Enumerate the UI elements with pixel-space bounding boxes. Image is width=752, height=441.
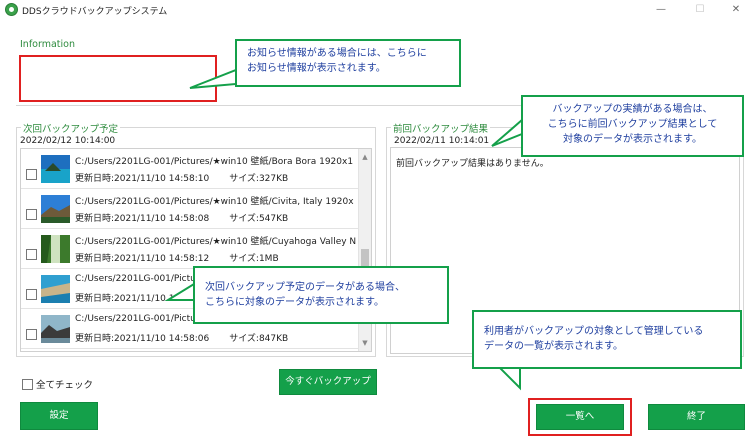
item-path: C:/Users/2201LG-001/Pictures/★win10 壁紙/C…: [75, 237, 357, 247]
list-callout: 利用者がバックアップの対象として管理している データの一覧が表示されます。: [472, 310, 742, 369]
prev-backup-message: 前回バックアップ結果はありません。: [396, 159, 549, 169]
item-meta: 更新日時:2021/11/10 14:58:08 サイズ:547KB: [75, 214, 289, 224]
thumbnail-image: [41, 275, 70, 303]
item-meta: 更新日時:2021/11/10 14:58:10 サイズ:327KB: [75, 174, 289, 184]
item-checkbox[interactable]: [26, 209, 37, 220]
info-callout: お知らせ情報がある場合には、こちらに お知らせ情報が表示されます。: [235, 39, 461, 87]
maximize-button[interactable]: ☐: [686, 2, 714, 18]
item-meta: 更新日時:2021/11/10 14:5: [75, 294, 189, 304]
item-checkbox[interactable]: [26, 329, 37, 340]
check-all-label: 全てチェック: [36, 380, 94, 391]
item-checkbox[interactable]: [26, 289, 37, 300]
minimize-button[interactable]: —: [647, 2, 675, 18]
item-path: C:/Users/2201LG-001/Pictures/★win10 壁紙/C…: [75, 197, 354, 207]
title-bar: DDSクラウドバックアップシステム — ☐ ✕: [0, 0, 752, 22]
scroll-down-icon[interactable]: ▼: [359, 337, 371, 349]
next-callout: 次回バックアップ予定のデータがある場合、 こちらに対象のデータが表示されます。: [193, 266, 449, 324]
item-checkbox[interactable]: [26, 169, 37, 180]
check-all-checkbox[interactable]: [22, 379, 33, 390]
item-path: C:/Users/2201LG-001/Pictures/★win10 壁紙/B…: [75, 157, 354, 167]
item-checkbox[interactable]: [26, 249, 37, 260]
information-highlight: [19, 55, 217, 102]
item-meta: 更新日時:2021/11/10 14:58:06 サイズ:847KB: [75, 334, 289, 344]
prev-backup-legend: 前回バックアップ結果: [391, 121, 491, 135]
next-backup-legend: 次回バックアップ予定: [21, 121, 121, 135]
thumbnail-image: [41, 315, 70, 343]
information-legend: Information: [18, 39, 77, 50]
app-logo-icon: [5, 3, 18, 16]
close-button[interactable]: ✕: [722, 2, 750, 18]
scroll-up-icon[interactable]: ▲: [359, 151, 371, 163]
list-button-highlight: [528, 398, 632, 436]
list-item[interactable]: C:/Users/2201LG-001/Pictures/★win10 壁紙/B…: [21, 149, 359, 189]
window-title: DDSクラウドバックアップシステム: [22, 7, 168, 17]
thumbnail-image: [41, 195, 70, 223]
list-item[interactable]: C:/Users/2201LG-001/Pictures/★win10 壁紙/C…: [21, 189, 359, 229]
thumbnail-image: [41, 235, 70, 263]
list-item[interactable]: C:/Users/2201LG-001/Pictures/★win10 壁紙/C…: [21, 229, 359, 269]
check-all-toggle[interactable]: 全てチェック: [22, 377, 93, 391]
settings-button[interactable]: 設定: [20, 402, 98, 430]
prev-callout: バックアップの実績がある場合は、 こちらに前回バックアップ結果として 対象のデータが…: [521, 95, 744, 157]
item-meta: 更新日時:2021/11/10 14:58:12 サイズ:1MB: [75, 254, 279, 264]
exit-button[interactable]: 終了: [648, 404, 745, 430]
thumbnail-image: [41, 155, 70, 183]
next-backup-date: 2022/02/12 10:14:00: [20, 136, 116, 146]
prev-backup-date: 2022/02/11 10:14:01: [394, 136, 490, 146]
backup-now-button[interactable]: 今すぐバックアップ: [279, 369, 377, 395]
